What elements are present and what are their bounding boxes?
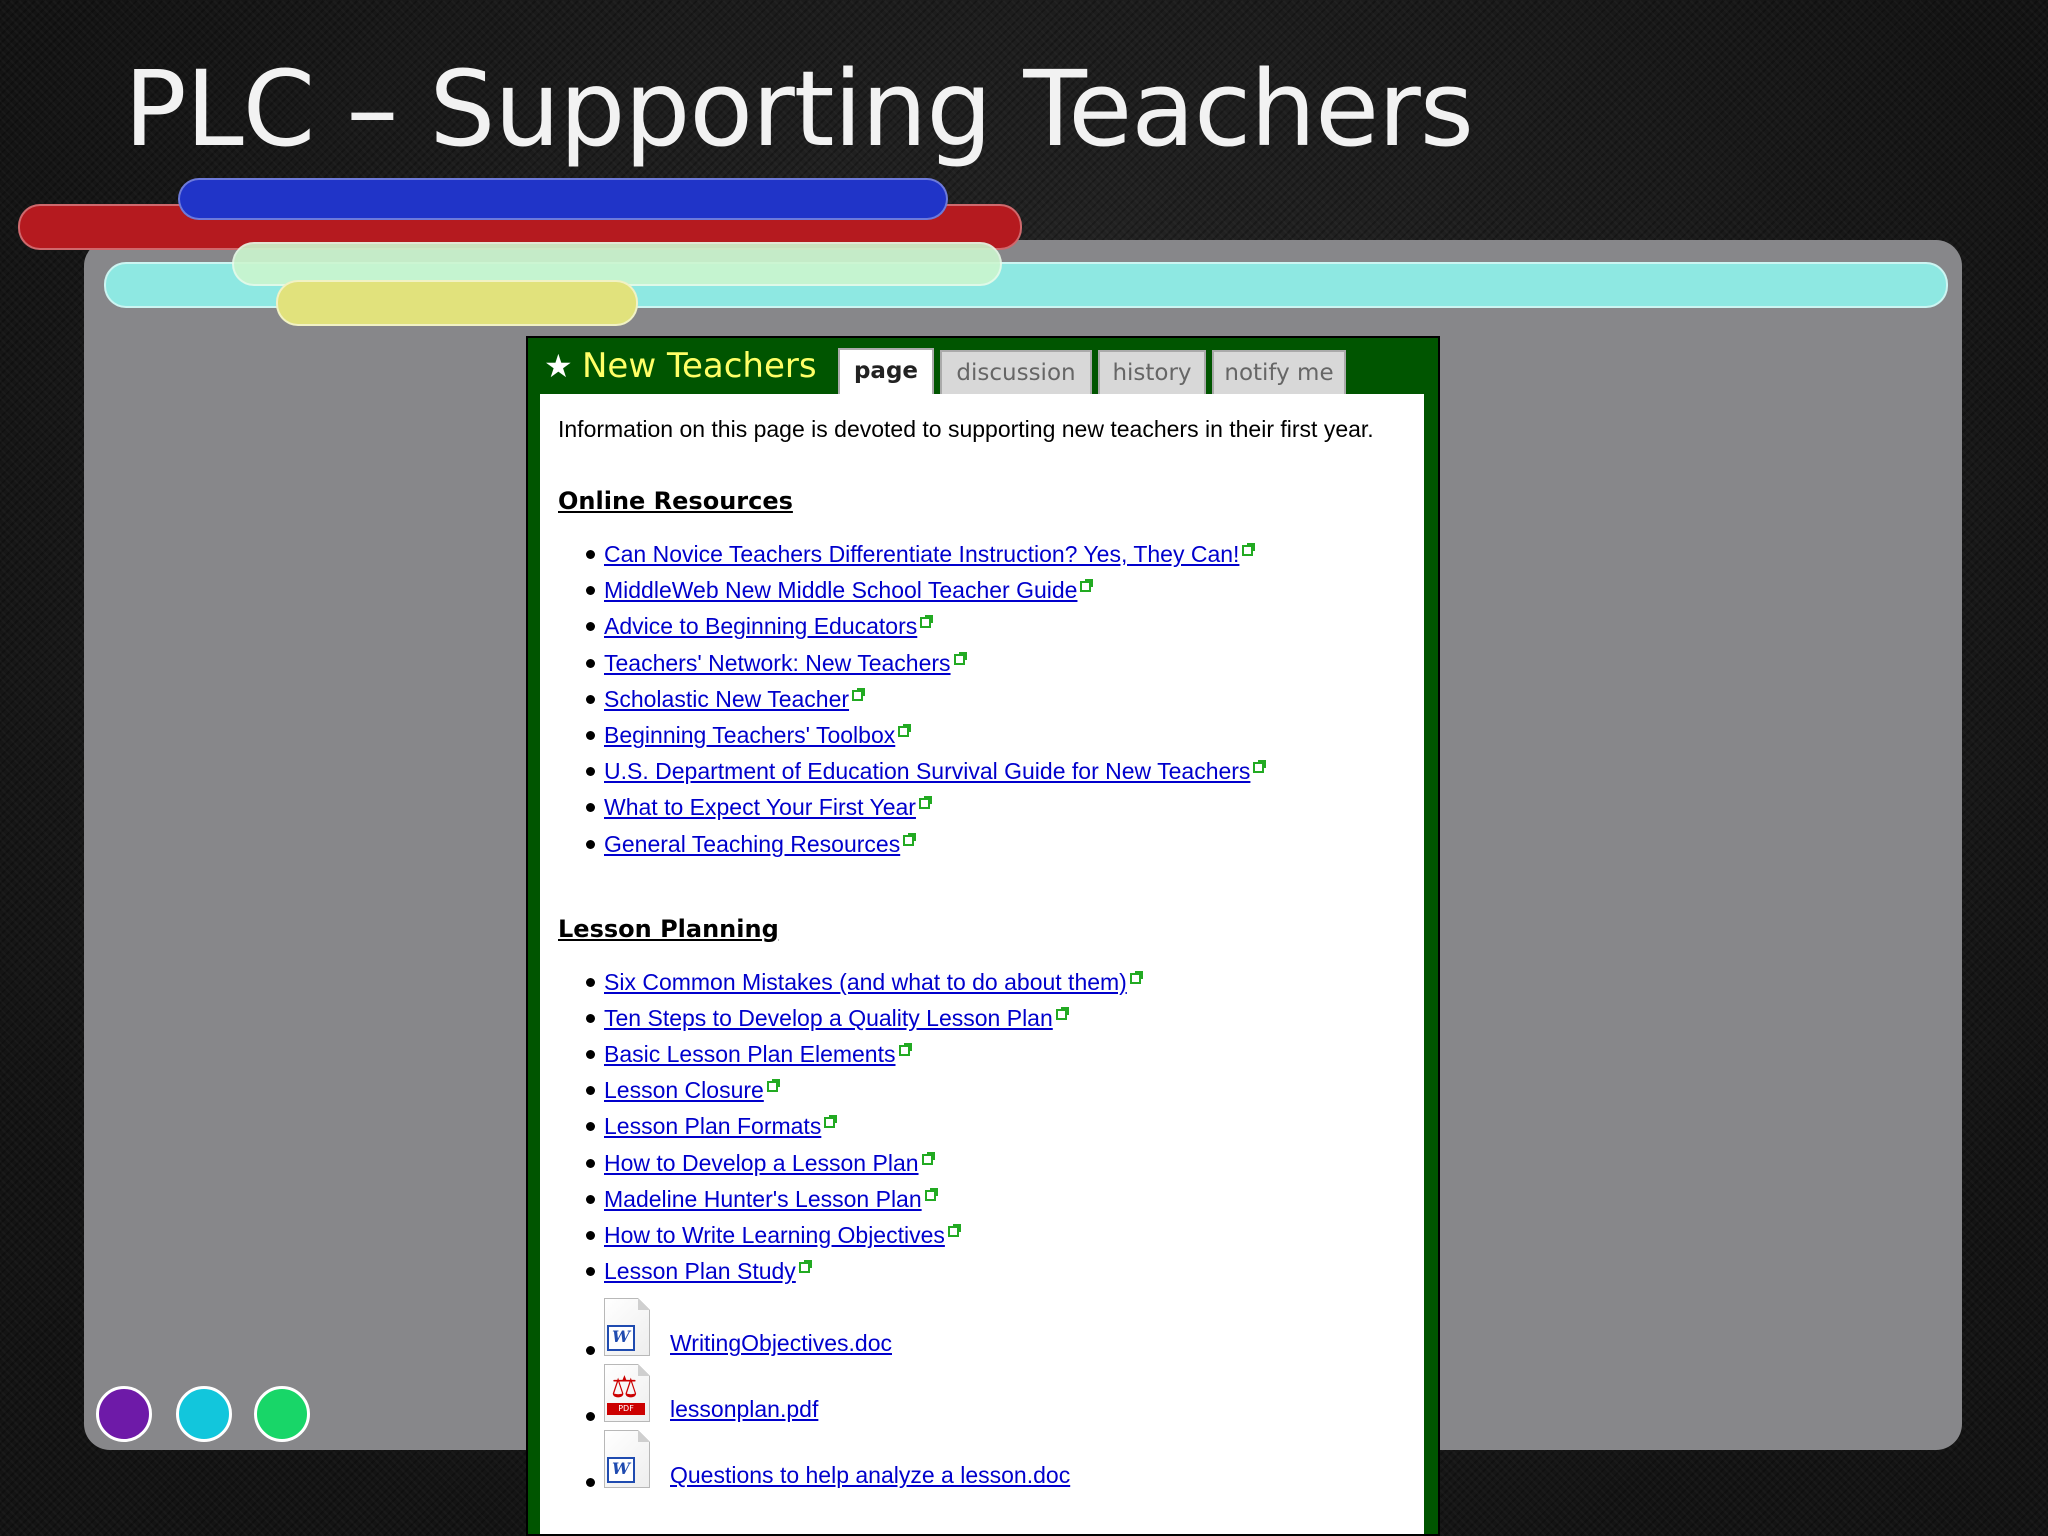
list-item: U.S. Department of Education Survival Gu…	[586, 754, 1406, 790]
external-link-icon	[953, 651, 967, 665]
external-link-icon	[1055, 1006, 1069, 1020]
decorative-dot-green	[254, 1386, 310, 1442]
external-link-icon	[898, 1043, 912, 1057]
list-item: How to Develop a Lesson Plan	[586, 1146, 1406, 1182]
lesson-link[interactable]: Six Common Mistakes (and what to do abou…	[604, 969, 1127, 995]
lesson-link[interactable]: How to Develop a Lesson Plan	[604, 1150, 919, 1176]
lesson-link[interactable]: Madeline Hunter's Lesson Plan	[604, 1186, 922, 1212]
external-link-icon	[920, 615, 934, 629]
list-item: Beginning Teachers' Toolbox	[586, 718, 1406, 754]
list-item: What to Expect Your First Year	[586, 790, 1406, 826]
slide-title: PLC – Supporting Teachers	[124, 48, 1474, 170]
lesson-link[interactable]: Lesson Closure	[604, 1077, 764, 1103]
resource-link[interactable]: Can Novice Teachers Differentiate Instru…	[604, 541, 1239, 567]
section-heading-online-resources: Online Resources	[558, 487, 793, 515]
lesson-link[interactable]: Basic Lesson Plan Elements	[604, 1041, 896, 1067]
list-item: Basic Lesson Plan Elements	[586, 1037, 1406, 1073]
external-link-icon	[1080, 579, 1094, 593]
resource-link[interactable]: Advice to Beginning Educators	[604, 613, 917, 639]
list-item: How to Write Learning Objectives	[586, 1218, 1406, 1254]
decorative-bar-blue	[178, 178, 948, 220]
external-link-icon	[947, 1224, 961, 1237]
lesson-link[interactable]: Ten Steps to Develop a Quality Lesson Pl…	[604, 1005, 1053, 1031]
pdf-document-icon[interactable]: ⚖ PDF	[604, 1364, 650, 1423]
decorative-dot-purple	[96, 1386, 152, 1442]
external-link-icon	[918, 796, 932, 810]
list-item: MiddleWeb New Middle School Teacher Guid…	[586, 573, 1406, 609]
decorative-dot-cyan	[176, 1386, 232, 1442]
file-link[interactable]: lessonplan.pdf	[670, 1394, 818, 1424]
file-item: W Questions to help analyze a lesson.doc	[586, 1430, 1406, 1496]
external-link-icon	[852, 687, 866, 701]
wiki-screenshot: ★ New Teachers page discussion history n…	[526, 336, 1440, 1536]
lesson-link[interactable]: How to Write Learning Objectives	[604, 1222, 945, 1248]
list-item: Lesson Plan Formats	[586, 1109, 1406, 1145]
section-heading-lesson-planning: Lesson Planning	[558, 914, 779, 943]
resource-link[interactable]: Beginning Teachers' Toolbox	[604, 722, 895, 748]
file-link[interactable]: WritingObjectives.doc	[670, 1328, 892, 1358]
wiki-content: Information on this page is devoted to s…	[540, 394, 1424, 1534]
resource-link[interactable]: Teachers' Network: New Teachers	[604, 650, 951, 676]
resource-link[interactable]: General Teaching Resources	[604, 831, 900, 857]
wiki-header: ★ New Teachers page discussion history n…	[528, 338, 1438, 396]
external-link-icon	[898, 723, 912, 737]
external-link-icon	[766, 1079, 780, 1093]
lesson-link[interactable]: Lesson Plan Formats	[604, 1113, 821, 1139]
external-link-icon	[798, 1260, 812, 1274]
list-item: General Teaching Resources	[586, 827, 1406, 863]
decorative-bar-yellow	[276, 280, 638, 326]
word-document-icon[interactable]: W	[604, 1298, 650, 1357]
list-item: Six Common Mistakes (and what to do abou…	[586, 965, 1406, 1001]
resource-link[interactable]: What to Expect Your First Year	[604, 794, 916, 820]
resource-link[interactable]: MiddleWeb New Middle School Teacher Guid…	[604, 577, 1077, 603]
star-icon[interactable]: ★	[544, 350, 573, 382]
resource-link[interactable]: U.S. Department of Education Survival Gu…	[604, 758, 1250, 784]
list-item: Advice to Beginning Educators	[586, 609, 1406, 645]
resource-link[interactable]: Scholastic New Teacher	[604, 686, 849, 712]
file-item: ⚖ PDF lessonplan.pdf	[586, 1364, 1406, 1430]
online-resources-list: Can Novice Teachers Differentiate Instru…	[558, 537, 1406, 863]
intro-text: Information on this page is devoted to s…	[558, 416, 1374, 442]
lesson-planning-list: Six Common Mistakes (and what to do abou…	[558, 965, 1406, 1291]
external-link-icon	[1253, 760, 1267, 774]
external-link-icon	[924, 1187, 938, 1201]
tab-notify-me[interactable]: notify me	[1212, 350, 1346, 396]
list-item: Ten Steps to Develop a Quality Lesson Pl…	[586, 1001, 1406, 1037]
file-item: W WritingObjectives.doc	[586, 1298, 1406, 1364]
external-link-icon	[1129, 970, 1143, 984]
external-link-icon	[824, 1115, 838, 1129]
word-document-icon[interactable]: W	[604, 1430, 650, 1489]
lesson-files-list: W WritingObjectives.doc ⚖ PDF lessonplan.…	[558, 1298, 1406, 1496]
list-item: Scholastic New Teacher	[586, 682, 1406, 718]
list-item: Lesson Closure	[586, 1073, 1406, 1109]
tab-history[interactable]: history	[1098, 350, 1206, 396]
external-link-icon	[921, 1151, 935, 1165]
list-item: Lesson Plan Study	[586, 1254, 1406, 1290]
wiki-page-title: New Teachers	[582, 346, 817, 386]
external-link-icon	[903, 832, 917, 846]
lesson-link[interactable]: Lesson Plan Study	[604, 1258, 796, 1284]
tab-discussion[interactable]: discussion	[940, 350, 1092, 396]
tab-page[interactable]: page	[838, 348, 934, 396]
file-link[interactable]: Questions to help analyze a lesson.doc	[670, 1460, 1070, 1490]
list-item: Teachers' Network: New Teachers	[586, 646, 1406, 682]
list-item: Madeline Hunter's Lesson Plan	[586, 1182, 1406, 1218]
list-item: Can Novice Teachers Differentiate Instru…	[586, 537, 1406, 573]
external-link-icon	[1242, 543, 1256, 556]
